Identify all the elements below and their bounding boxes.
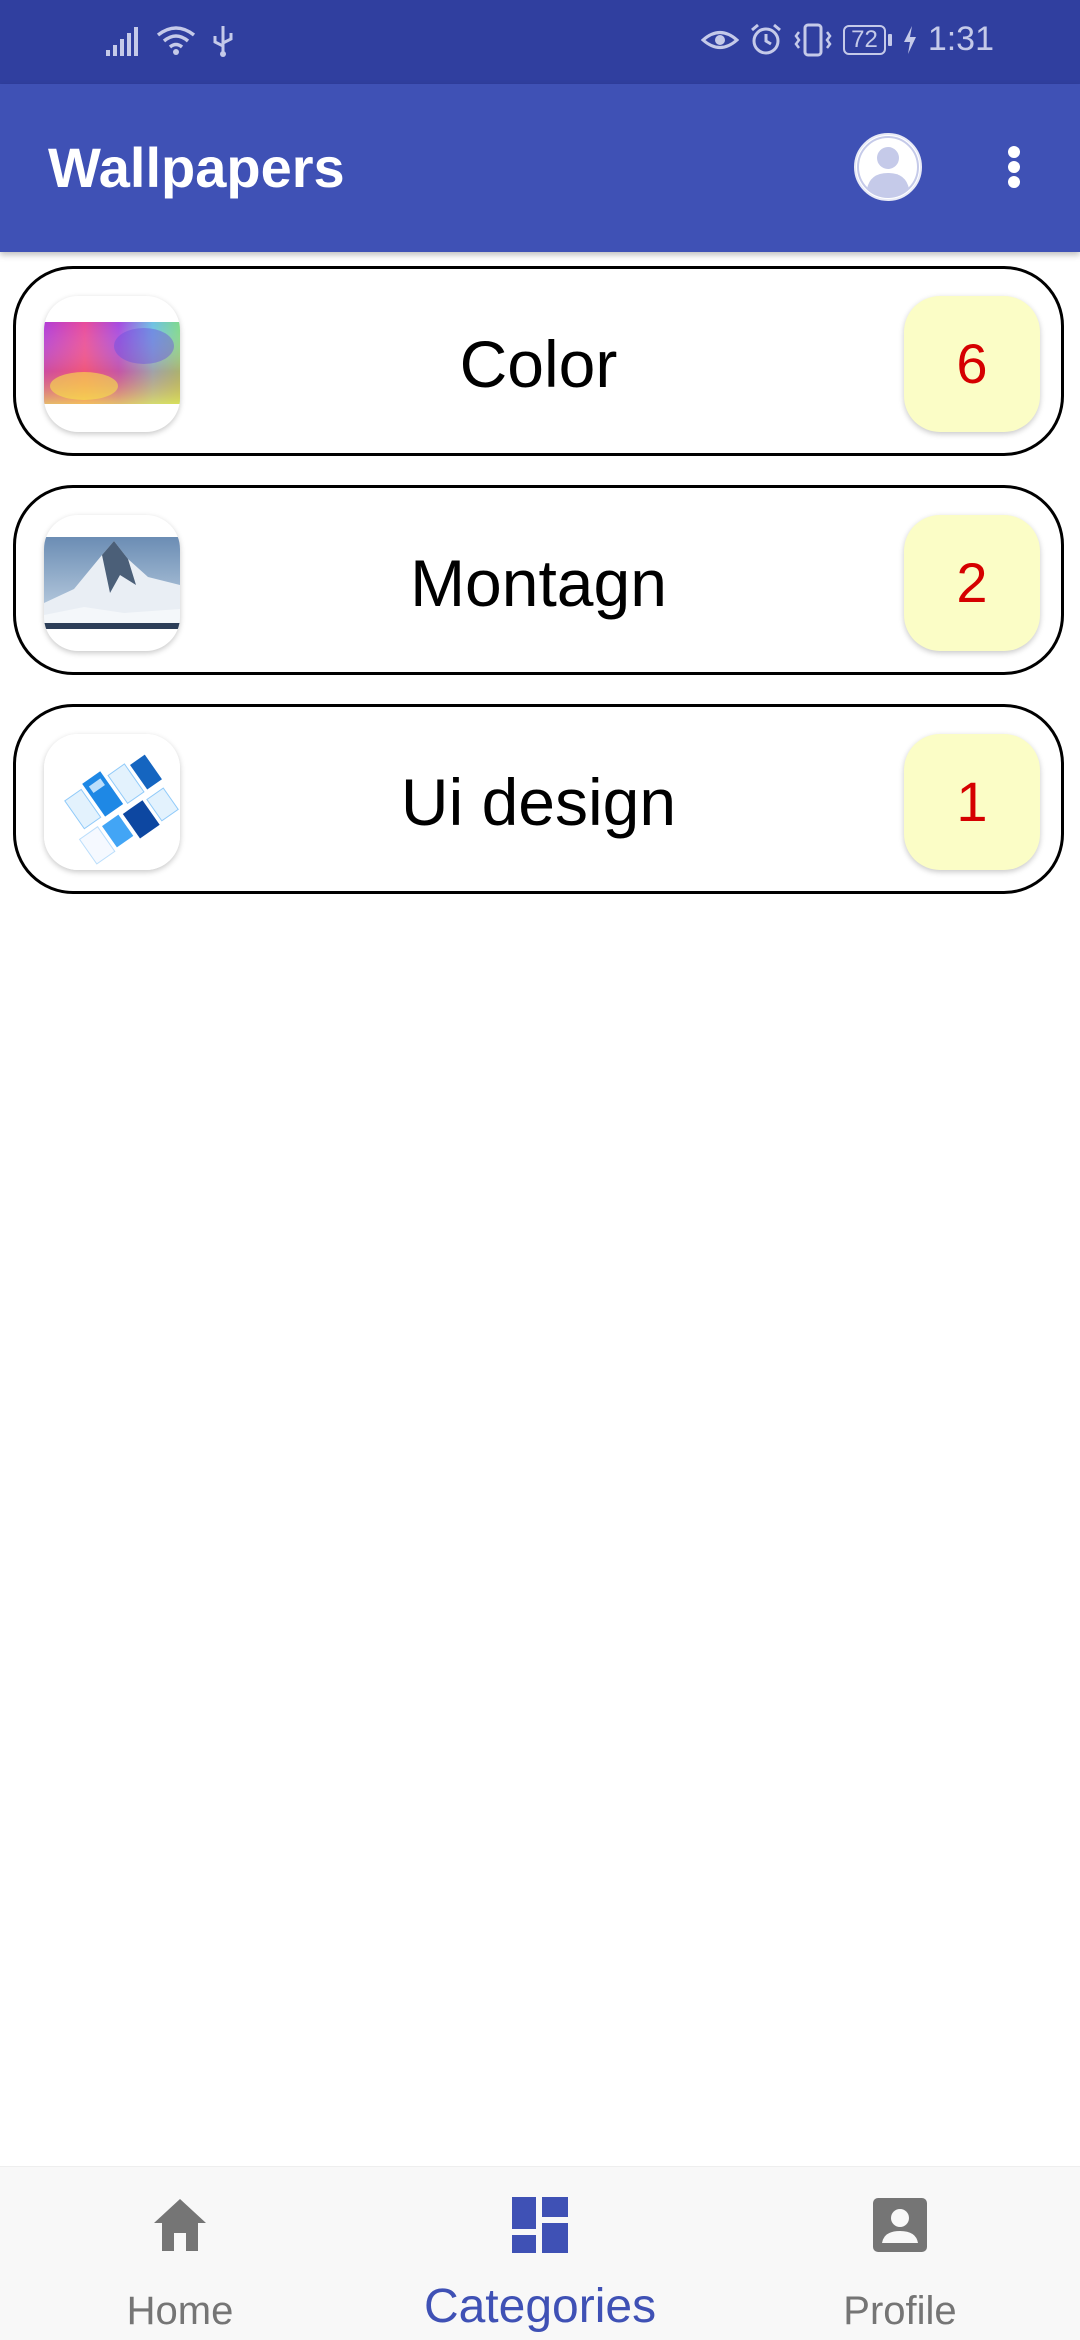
app-bar: Wallpapers [0, 84, 1080, 252]
dashboard-icon [512, 2197, 568, 2253]
category-item-color[interactable]: Color 6 [13, 266, 1064, 456]
bottom-navigation: Home Categories Profile [0, 2166, 1080, 2340]
mountain-thumbnail [44, 515, 180, 651]
signal-icon [106, 26, 140, 56]
more-options-button[interactable] [994, 131, 1034, 203]
usb-icon [212, 24, 234, 58]
more-vert-icon [1008, 146, 1020, 188]
battery-icon: 72 [843, 24, 892, 55]
account-button[interactable] [852, 131, 924, 203]
count-badge: 6 [904, 296, 1040, 432]
category-item-ui-design[interactable]: Ui design 1 [13, 704, 1064, 894]
account-box-icon [873, 2198, 927, 2252]
nav-label-profile: Profile [843, 2289, 957, 2333]
status-left-icons [106, 24, 234, 58]
status-right-icons: 72 1:31 [701, 20, 994, 59]
status-time: 1:31 [927, 20, 994, 58]
nav-label-home: Home [126, 2289, 234, 2333]
vibrate-icon [793, 23, 833, 57]
charging-icon [902, 25, 918, 55]
category-name: Ui design [400, 765, 677, 839]
account-circle-icon [854, 133, 922, 201]
alarm-icon [749, 23, 783, 57]
eye-comfort-icon [701, 25, 740, 55]
category-name: Montagn [410, 546, 667, 620]
count-badge: 2 [904, 515, 1040, 651]
nav-item-profile[interactable]: Profile [720, 2167, 1080, 2340]
home-icon [154, 2199, 206, 2251]
category-item-montagn[interactable]: Montagn 2 [13, 485, 1064, 675]
wifi-icon [156, 25, 196, 57]
screen: 72 1:31 Wallpapers Color 6 Montagn 2 Ui … [0, 0, 1080, 2340]
ui-design-thumbnail [44, 734, 180, 870]
battery-level: 72 [843, 24, 886, 55]
nav-item-home[interactable]: Home [0, 2167, 360, 2340]
count-badge: 1 [904, 734, 1040, 870]
category-name: Color [459, 327, 618, 401]
nav-item-categories[interactable]: Categories [360, 2167, 720, 2340]
color-gradient-thumbnail [44, 296, 180, 432]
nav-label-categories: Categories [423, 2280, 657, 2333]
status-bar: 72 1:31 [0, 0, 1080, 84]
app-title: Wallpapers [48, 136, 345, 199]
